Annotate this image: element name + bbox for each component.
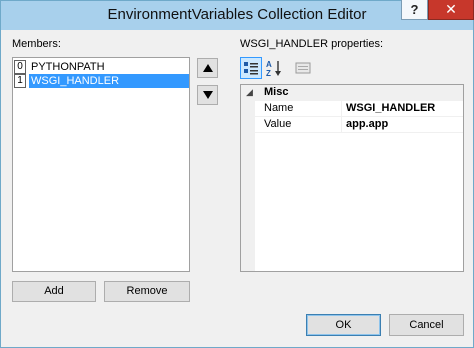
- column-divider: [341, 101, 342, 117]
- list-item[interactable]: 1 WSGI_HANDLER: [13, 74, 189, 88]
- alphabetical-button[interactable]: A Z: [263, 57, 285, 79]
- column-divider: [341, 117, 342, 133]
- property-row-name[interactable]: Name WSGI_HANDLER: [255, 101, 463, 117]
- list-item[interactable]: 0 PYTHONPATH: [13, 60, 189, 74]
- grid-margin: [241, 85, 255, 271]
- member-index: 1: [14, 74, 26, 88]
- svg-text:A: A: [266, 60, 272, 69]
- member-name: PYTHONPATH: [31, 61, 105, 73]
- member-name: WSGI_HANDLER: [29, 74, 189, 88]
- move-up-button[interactable]: [197, 58, 218, 78]
- category-row-misc[interactable]: ◢ Misc: [241, 85, 463, 101]
- arrow-up-icon: [202, 64, 213, 72]
- property-name: Name: [264, 102, 294, 114]
- property-pages-icon: [295, 62, 311, 74]
- property-value[interactable]: WSGI_HANDLER: [346, 102, 435, 114]
- members-label: Members:: [12, 38, 61, 50]
- collapse-icon[interactable]: ◢: [246, 87, 253, 98]
- remove-button[interactable]: Remove: [104, 281, 190, 302]
- title-bar[interactable]: EnvironmentVariables Collection Editor ?…: [1, 0, 474, 30]
- properties-label: WSGI_HANDLER properties:: [240, 38, 384, 50]
- alphabetical-sort-icon: A Z: [266, 60, 281, 77]
- property-value[interactable]: app.app: [346, 118, 388, 130]
- categorized-icon: [244, 62, 258, 75]
- arrow-down-icon: [202, 91, 213, 99]
- move-down-button[interactable]: [197, 85, 218, 105]
- category-label: Misc: [264, 86, 289, 98]
- property-grid[interactable]: ◢ Misc Name WSGI_HANDLER Value app.app: [240, 84, 464, 272]
- collection-editor-window: EnvironmentVariables Collection Editor ?…: [0, 0, 474, 348]
- ok-button[interactable]: OK: [306, 314, 381, 336]
- cancel-button[interactable]: Cancel: [389, 314, 464, 336]
- members-list[interactable]: 0 PYTHONPATH 1 WSGI_HANDLER: [12, 57, 190, 272]
- svg-text:Z: Z: [266, 69, 271, 77]
- help-button[interactable]: ?: [401, 0, 428, 20]
- member-index: 0: [14, 60, 26, 74]
- property-pages-button[interactable]: [292, 57, 314, 79]
- close-button[interactable]: ✕: [428, 0, 474, 20]
- categorized-button[interactable]: [240, 57, 262, 79]
- property-row-value[interactable]: Value app.app: [255, 117, 463, 133]
- add-button[interactable]: Add: [12, 281, 96, 302]
- property-name: Value: [264, 118, 292, 130]
